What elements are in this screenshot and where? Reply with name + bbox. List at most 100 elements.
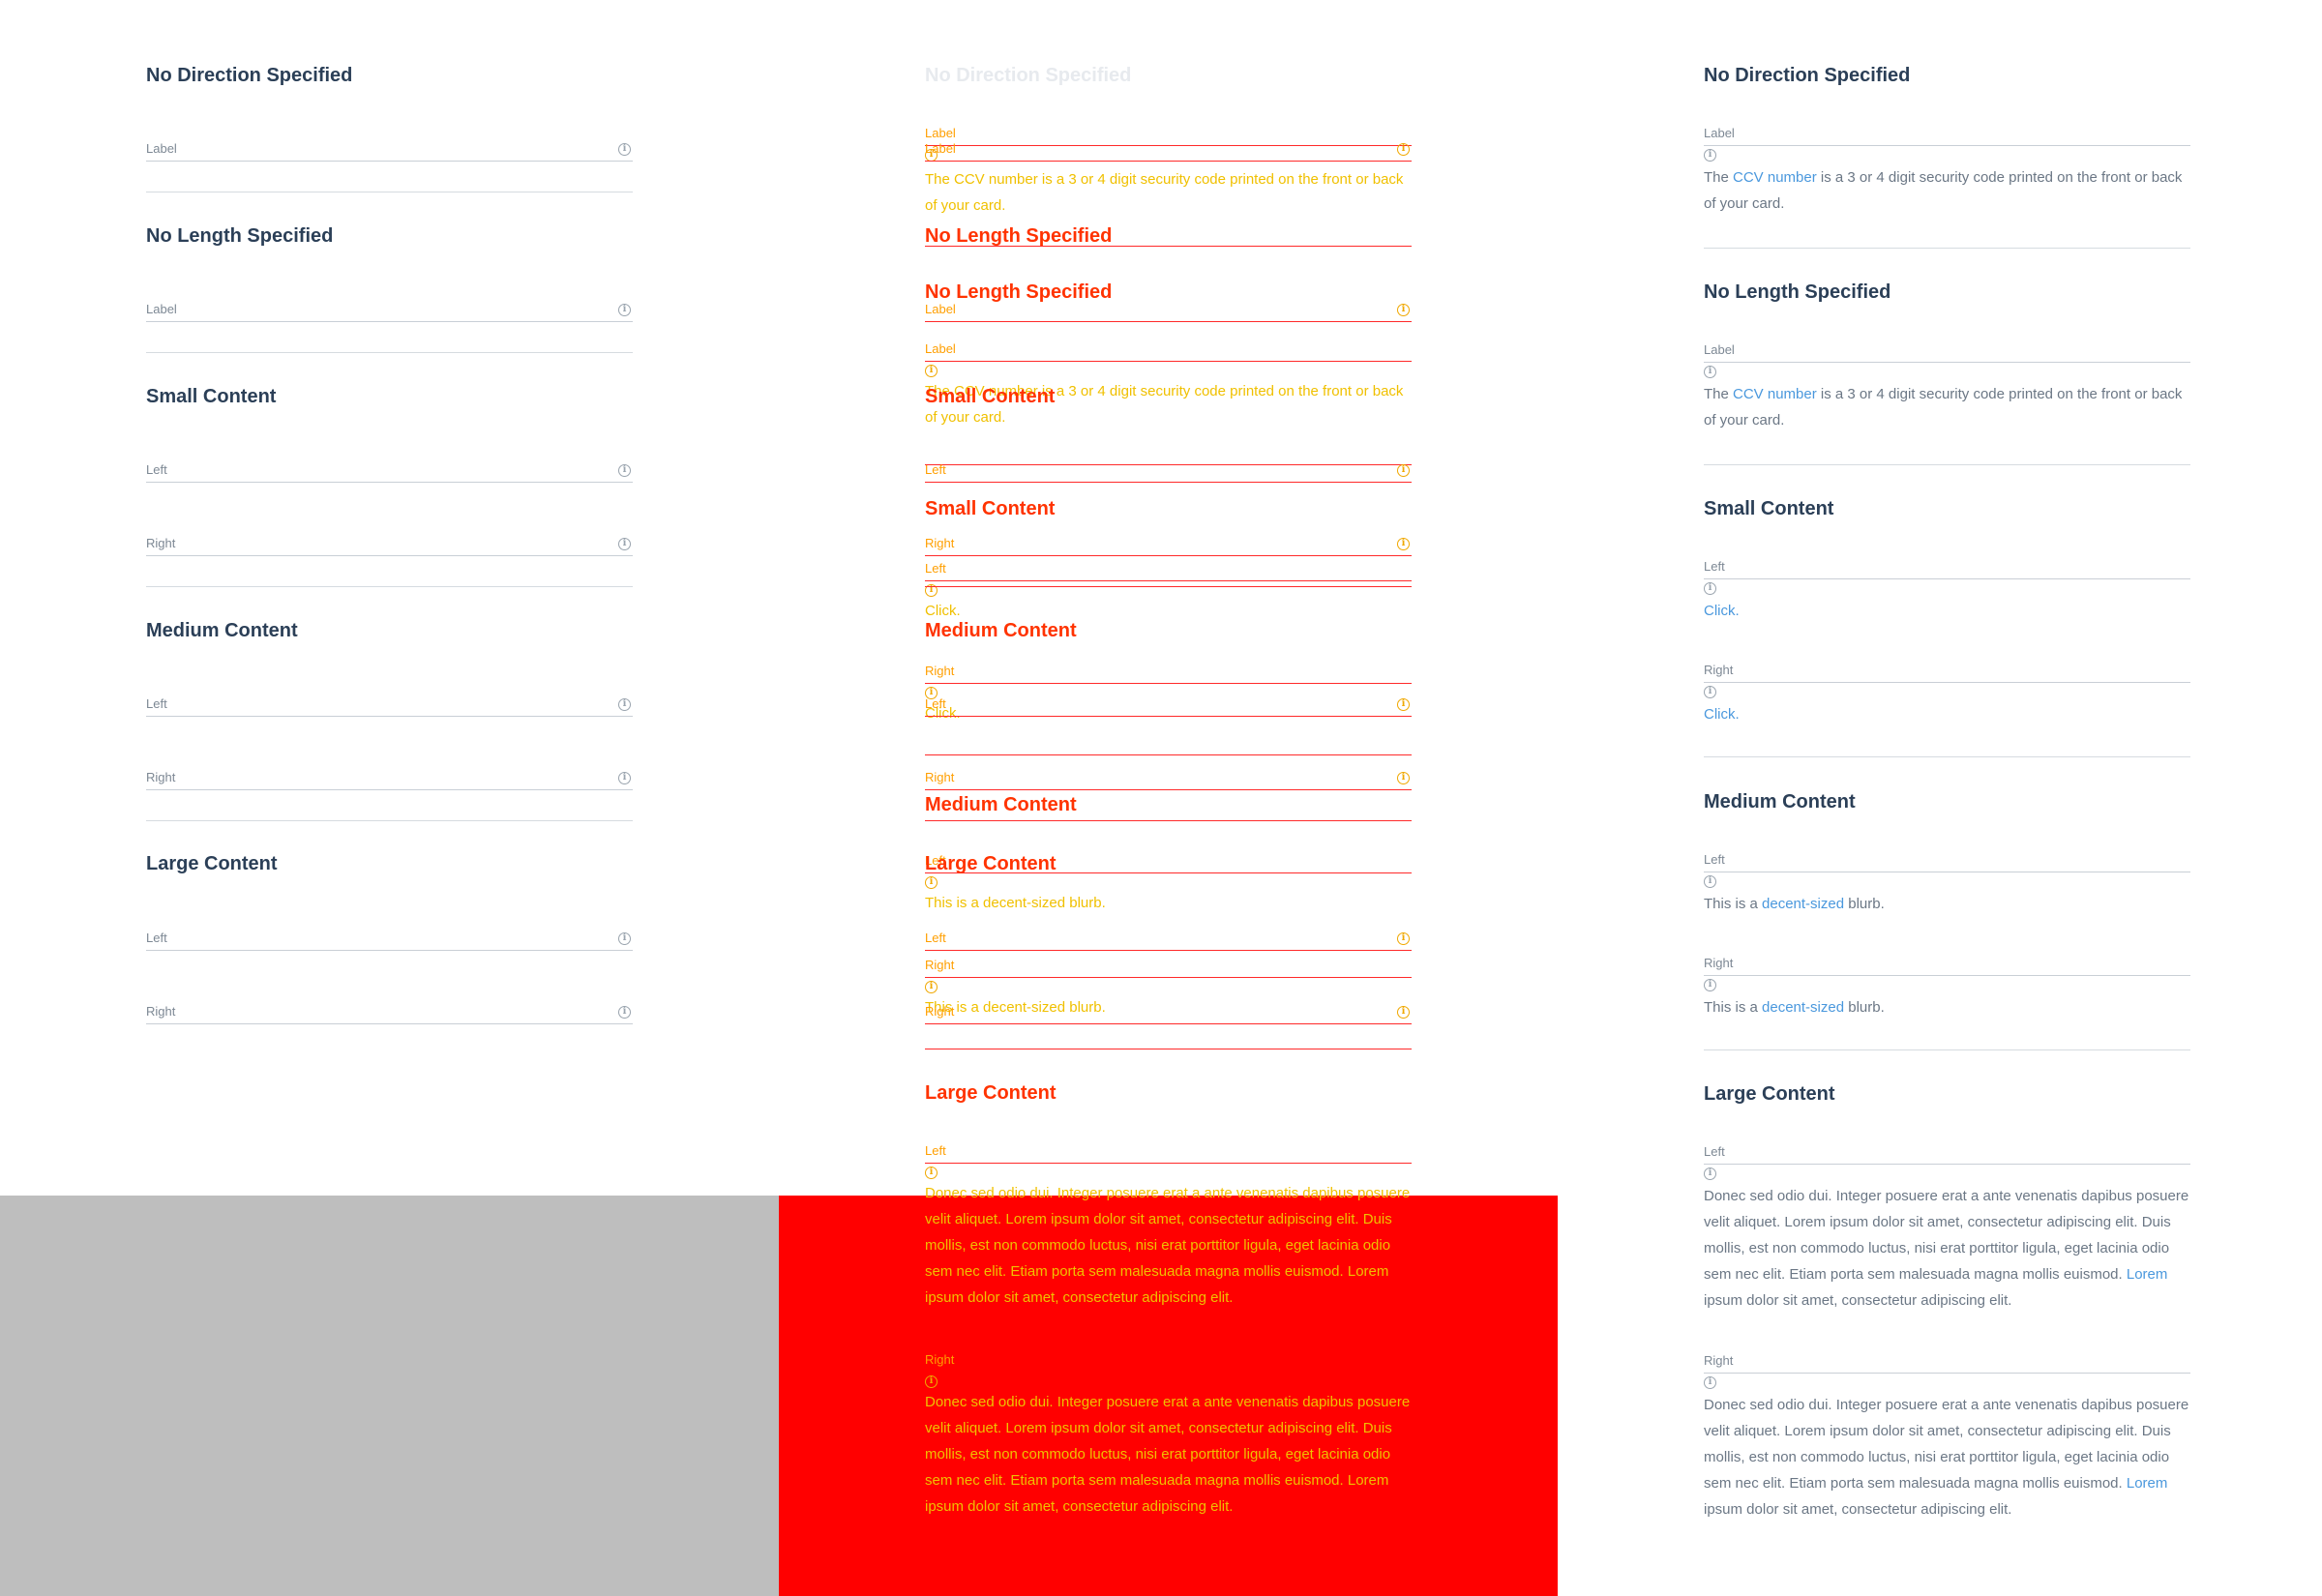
info-circle-icon[interactable]: i <box>1704 582 1716 595</box>
section-divider <box>925 820 1412 821</box>
field-right: Right i Click. <box>925 664 1412 722</box>
info-circle-icon[interactable]: i <box>618 772 631 784</box>
field-label: Label i <box>146 302 633 322</box>
field-left: Left i <box>925 931 1412 951</box>
ccv-link[interactable]: CCV number <box>1733 386 1817 402</box>
field-underline <box>925 950 1412 951</box>
ccv-link[interactable]: CCV number <box>1733 169 1817 186</box>
info-circle-icon[interactable]: i <box>1704 1167 1716 1180</box>
field-underline <box>146 716 633 717</box>
section-divider <box>1704 464 2190 465</box>
decent-sized-link[interactable]: decent-sized <box>983 895 1065 911</box>
field-underline <box>146 1023 633 1024</box>
field-underline <box>925 161 1412 162</box>
field-label-text: Right <box>1704 1353 1734 1368</box>
info-circle-icon[interactable]: i <box>1704 979 1716 991</box>
heading-small-content: Small Content <box>146 386 277 407</box>
info-circle-icon[interactable]: i <box>1397 932 1410 945</box>
field-label: Label i The CCV number is a 3 or 4 digit… <box>1704 126 2190 212</box>
info-circle-icon[interactable]: i <box>925 365 938 377</box>
info-circle-icon[interactable]: i <box>618 698 631 711</box>
lorem-link[interactable]: Lorem <box>1348 1472 1389 1489</box>
field-underline <box>1704 1164 2190 1165</box>
heading-no-direction: No Direction Specified <box>925 65 1132 86</box>
lorem-link[interactable]: Lorem <box>2127 1475 2168 1492</box>
field-right: Right i This is a decent-sized blurb. <box>1704 956 2190 1016</box>
help-text: Donec sed odio dui. Integer posuere erat… <box>925 1394 1411 1515</box>
field-left: Left i Click. <box>925 561 1412 619</box>
field-underline <box>925 1163 1412 1164</box>
info-circle-icon[interactable]: i <box>1704 686 1716 698</box>
field-right: Right i <box>146 1004 633 1024</box>
click-link[interactable]: Click. <box>1704 706 1740 723</box>
info-circle-icon[interactable]: i <box>1397 143 1410 156</box>
info-circle-icon[interactable]: i <box>925 876 938 889</box>
help-text: Donec sed odio dui. Integer posuere erat… <box>925 1185 1411 1306</box>
info-circle-icon[interactable]: i <box>618 304 631 316</box>
click-link[interactable]: Click. <box>1704 603 1740 619</box>
info-circle-icon[interactable]: i <box>1397 464 1410 477</box>
info-circle-icon[interactable]: i <box>618 538 631 550</box>
heading-no-direction: No Direction Specified <box>1704 65 1911 86</box>
decent-sized-link[interactable]: decent-sized <box>1762 999 1844 1016</box>
field-label-text: Left <box>925 931 946 945</box>
field-label: Label i <box>925 302 1412 322</box>
field-label-text: Label <box>925 141 956 156</box>
field-left: Left i <box>146 931 633 951</box>
field-label: Label i The CCV number is a 3 or 4 digit… <box>925 126 1412 214</box>
section-divider <box>146 586 633 587</box>
field-left: Left i Donec sed odio dui. Integer posue… <box>1704 1144 2190 1309</box>
heading-no-direction: No Direction Specified <box>146 65 353 86</box>
field-label-text: Right <box>146 536 176 550</box>
field-label-text: Left <box>925 561 946 576</box>
field-underline <box>146 789 633 790</box>
decent-sized-link[interactable]: decent-sized <box>1762 896 1844 912</box>
help-text: This is a decent-sized blurb. <box>925 895 1106 911</box>
field-underline <box>146 950 633 951</box>
info-circle-icon[interactable]: i <box>1397 772 1410 784</box>
field-underline <box>1704 975 2190 976</box>
info-circle-icon[interactable]: i <box>1704 1376 1716 1389</box>
info-circle-icon[interactable]: i <box>1704 149 1716 162</box>
field-label-text: Right <box>1704 663 1734 677</box>
info-circle-icon[interactable]: i <box>1704 366 1716 378</box>
info-circle-icon[interactable]: i <box>618 932 631 945</box>
info-circle-icon[interactable]: i <box>618 143 631 156</box>
heading-no-length: No Length Specified <box>1704 281 1891 303</box>
field-label-text: Left <box>925 696 946 711</box>
heading-medium-content: Medium Content <box>925 620 1077 641</box>
lorem-link[interactable]: Lorem <box>1348 1263 1389 1280</box>
help-text: Donec sed odio dui. Integer posuere erat… <box>1704 1397 2189 1518</box>
field-right: Right i This is a decent-sized blurb. <box>925 958 1412 1016</box>
heading-large-content: Large Content <box>925 853 1057 874</box>
section-divider <box>1704 248 2190 249</box>
field-left: Left i This is a decent-sized blurb. <box>1704 852 2190 912</box>
help-text: This is a decent-sized blurb. <box>1704 896 1885 912</box>
field-label-text: Right <box>1704 956 1734 970</box>
info-circle-icon[interactable]: i <box>925 981 938 993</box>
section-divider <box>925 246 1412 247</box>
field-label-text: Left <box>925 1143 946 1158</box>
info-circle-icon[interactable]: i <box>925 1167 938 1179</box>
info-circle-icon[interactable]: i <box>618 1006 631 1019</box>
info-circle-icon[interactable]: i <box>618 464 631 477</box>
field-label-text: Label <box>146 141 177 156</box>
expanded-column: No Direction Specified Label i The CCV n… <box>1558 0 2322 1596</box>
click-link[interactable]: Click. <box>925 603 961 619</box>
info-circle-icon[interactable]: i <box>1397 1006 1410 1019</box>
ccv-link[interactable]: CCV number <box>954 171 1038 188</box>
field-underline <box>925 482 1412 483</box>
info-circle-icon[interactable]: i <box>1397 698 1410 711</box>
lorem-link[interactable]: Lorem <box>2127 1266 2168 1283</box>
info-circle-icon[interactable]: i <box>925 1375 938 1388</box>
info-circle-icon[interactable]: i <box>1397 538 1410 550</box>
field-label-text: Right <box>146 770 176 784</box>
field-underline <box>925 683 1412 684</box>
info-circle-icon[interactable]: i <box>1704 875 1716 888</box>
field-label-text: Label <box>925 341 956 356</box>
field-label: Label i The CCV number is a 3 or 4 digit… <box>925 341 1412 426</box>
field-label-text: Left <box>1704 559 1725 574</box>
field-left: Left i <box>925 696 1412 717</box>
info-circle-icon[interactable]: i <box>1397 304 1410 316</box>
field-label-text: Left <box>146 931 167 945</box>
